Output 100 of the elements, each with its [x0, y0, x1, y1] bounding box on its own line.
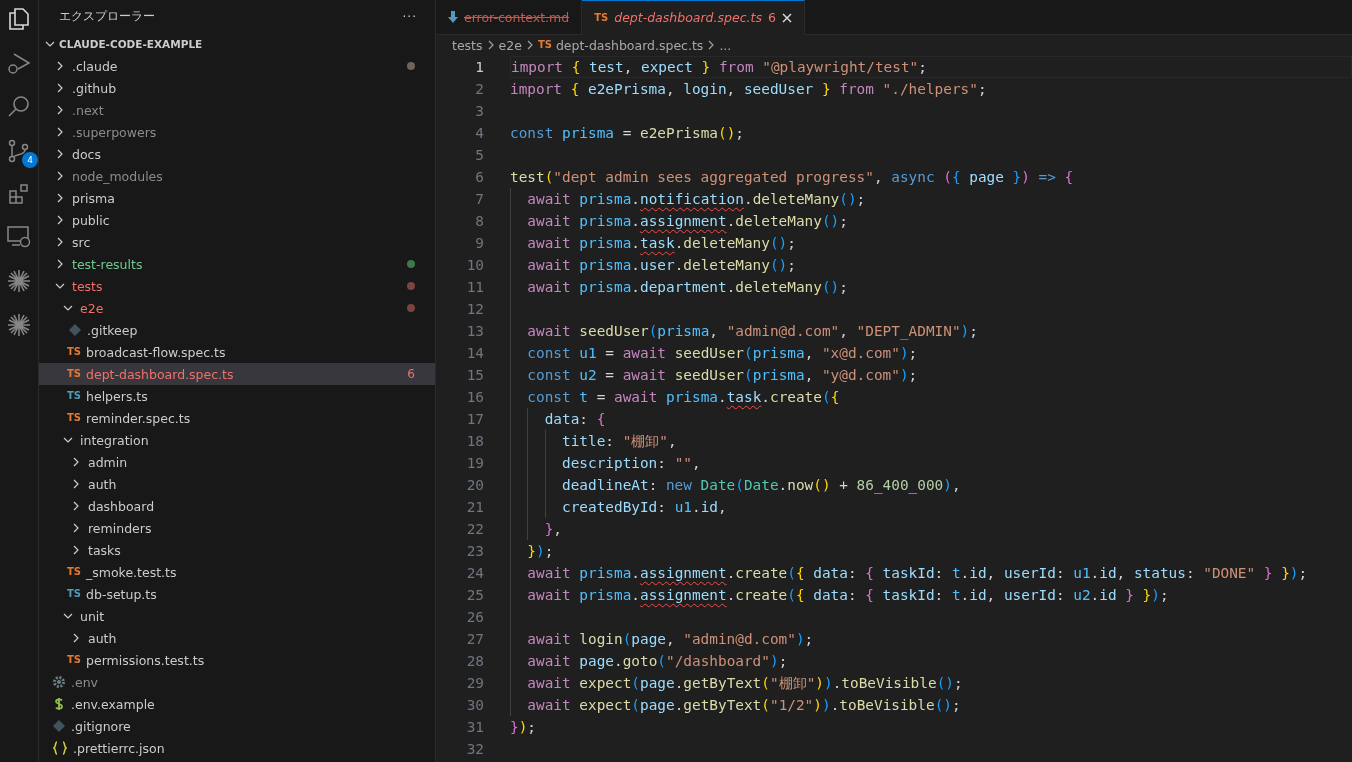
tree-item[interactable]: TS permissions.test.ts: [39, 649, 435, 671]
tree-item[interactable]: TS db-setup.ts: [39, 583, 435, 605]
breadcrumb-item[interactable]: e2e: [498, 37, 522, 53]
tree-item[interactable]: .next: [39, 99, 435, 121]
line-number: 31: [465, 719, 485, 735]
line-number: 26: [465, 609, 485, 625]
line-number: 8: [474, 213, 485, 229]
extensions-icon[interactable]: [7, 182, 31, 206]
code-line: const t = await prisma.task.create({: [526, 389, 840, 405]
code-line: await page.goto("/dashboard");: [526, 653, 788, 669]
line-number: 14: [465, 345, 485, 361]
tree-item[interactable]: dashboard: [39, 495, 435, 517]
tree-item[interactable]: TS dept-dashboard.spec.ts 6: [39, 363, 435, 385]
code-line: await prisma.notification.deleteMany();: [526, 191, 866, 207]
line-number: 23: [465, 543, 485, 559]
more-actions-button[interactable]: ···: [402, 9, 417, 24]
close-icon[interactable]: [781, 12, 792, 23]
line-number: 29: [465, 675, 485, 691]
chevron-icon: [486, 40, 495, 50]
ts-icon: TS: [67, 567, 82, 577]
line-number: 21: [465, 499, 485, 515]
download-arrow-icon: [448, 11, 458, 23]
code-line: await expect(page.getByText("棚卸")).toBeVisible();: [526, 673, 963, 693]
remote-monitor-icon[interactable]: [6, 224, 32, 250]
tree-item[interactable]: .env: [39, 671, 435, 693]
line-number: 4: [474, 125, 485, 141]
code-line: deadlineAt: new Date(Date.now() + 86_400_000),: [560, 477, 961, 493]
code-line: await login(page, "admin@d.com");: [526, 631, 814, 647]
sparkle-icon[interactable]: [6, 268, 32, 294]
line-number: 12: [465, 301, 485, 317]
code-line: description: "",: [560, 455, 701, 471]
code-line: },: [543, 521, 562, 537]
editor-tab[interactable]: TS dept-dashboard.spec.ts 6: [582, 0, 805, 35]
code-line: await prisma.task.deleteMany();: [526, 235, 796, 251]
diamond-icon: [69, 324, 81, 336]
workspace-root[interactable]: CLAUDE-CODE-EXAMPLE: [39, 33, 435, 55]
problem-count: 6: [407, 367, 415, 381]
line-number: 20: [465, 477, 485, 493]
tree-item[interactable]: tasks: [39, 539, 435, 561]
line-number: 1: [474, 59, 485, 75]
tree-item[interactable]: reminders: [39, 517, 435, 539]
line-number: 10: [465, 257, 485, 273]
code-line: title: "棚卸",: [560, 431, 677, 451]
line-number: 9: [474, 235, 485, 251]
tree-item[interactable]: TS helpers.ts: [39, 385, 435, 407]
code-line: await prisma.assignment.create({ data: { taskId: t.id, userId: u2.id } });: [526, 587, 1169, 603]
tree-item[interactable]: .gitignore: [39, 715, 435, 737]
tree-item[interactable]: src: [39, 231, 435, 253]
sparkle-icon[interactable]: [6, 312, 32, 338]
code-line: await seedUser(prisma, "admin@d.com", "DEPT_ADMIN");: [526, 323, 978, 339]
line-number: 32: [465, 741, 485, 757]
tree-item[interactable]: .github: [39, 77, 435, 99]
code-line: await prisma.assignment.create({ data: { taskId: t.id, userId: u1.id, status: "DONE" } });: [526, 565, 1308, 581]
tree-item[interactable]: TS _smoke.test.ts: [39, 561, 435, 583]
tree-item[interactable]: .env.example: [39, 693, 435, 715]
code-line: });: [510, 719, 536, 735]
breadcrumb-item[interactable]: ...: [719, 37, 732, 53]
tree-item[interactable]: docs: [39, 143, 435, 165]
tree-item[interactable]: TS reminder.spec.ts: [39, 407, 435, 429]
tree-item[interactable]: e2e: [39, 297, 435, 319]
tree-item[interactable]: public: [39, 209, 435, 231]
tree-item[interactable]: .prettierrc.json: [39, 737, 435, 759]
tree-item[interactable]: TS broadcast-flow.spec.ts: [39, 341, 435, 363]
tree-item[interactable]: test-results: [39, 253, 435, 275]
tree-item[interactable]: unit: [39, 605, 435, 627]
tree-item[interactable]: .gitkeep: [39, 319, 435, 341]
chevron-icon: [525, 40, 534, 50]
line-number: 5: [474, 147, 485, 163]
tree-item[interactable]: auth: [39, 473, 435, 495]
line-number: 11: [465, 279, 485, 295]
ts-icon: TS: [67, 655, 82, 665]
diamond-icon: [53, 720, 65, 732]
code-line: const u2 = await seedUser(prisma, "y@d.com");: [526, 367, 918, 383]
line-number: 27: [465, 631, 485, 647]
tree-item[interactable]: tests: [39, 275, 435, 297]
tree-item[interactable]: prisma: [39, 187, 435, 209]
tree-item[interactable]: integration: [39, 429, 435, 451]
code-line: const prisma = e2ePrisma();: [510, 125, 744, 141]
breadcrumb-item[interactable]: dept-dashboard.spec.ts: [555, 37, 704, 53]
tree-item[interactable]: admin: [39, 451, 435, 473]
line-number: 19: [465, 455, 485, 471]
line-number: 18: [465, 433, 485, 449]
code-line: import { test, expect } from "@playwright/test";: [511, 59, 927, 75]
ts-icon: TS: [67, 589, 82, 599]
code-line: const u1 = await seedUser(prisma, "x@d.com");: [526, 345, 918, 361]
line-number: 17: [465, 411, 485, 427]
tree-item[interactable]: .superpowers: [39, 121, 435, 143]
code-line: test("dept admin sees aggregated progress", async ({ page }) => {: [510, 169, 1074, 185]
breadcrumb-item[interactable]: tests: [452, 37, 483, 53]
tree-item[interactable]: auth: [39, 627, 435, 649]
line-number: 13: [465, 323, 485, 339]
tree-item[interactable]: node_modules: [39, 165, 435, 187]
code-line: await prisma.department.deleteMany();: [526, 279, 848, 295]
line-number: 30: [465, 697, 485, 713]
gear-icon: [53, 676, 65, 688]
files-icon[interactable]: [6, 6, 32, 32]
ts-icon: TS: [537, 40, 552, 50]
tree-item[interactable]: .claude: [39, 55, 435, 77]
count-badge: 4: [22, 152, 38, 168]
code-line: await expect(page.getByText("1/2")).toBeVisible();: [526, 697, 961, 713]
